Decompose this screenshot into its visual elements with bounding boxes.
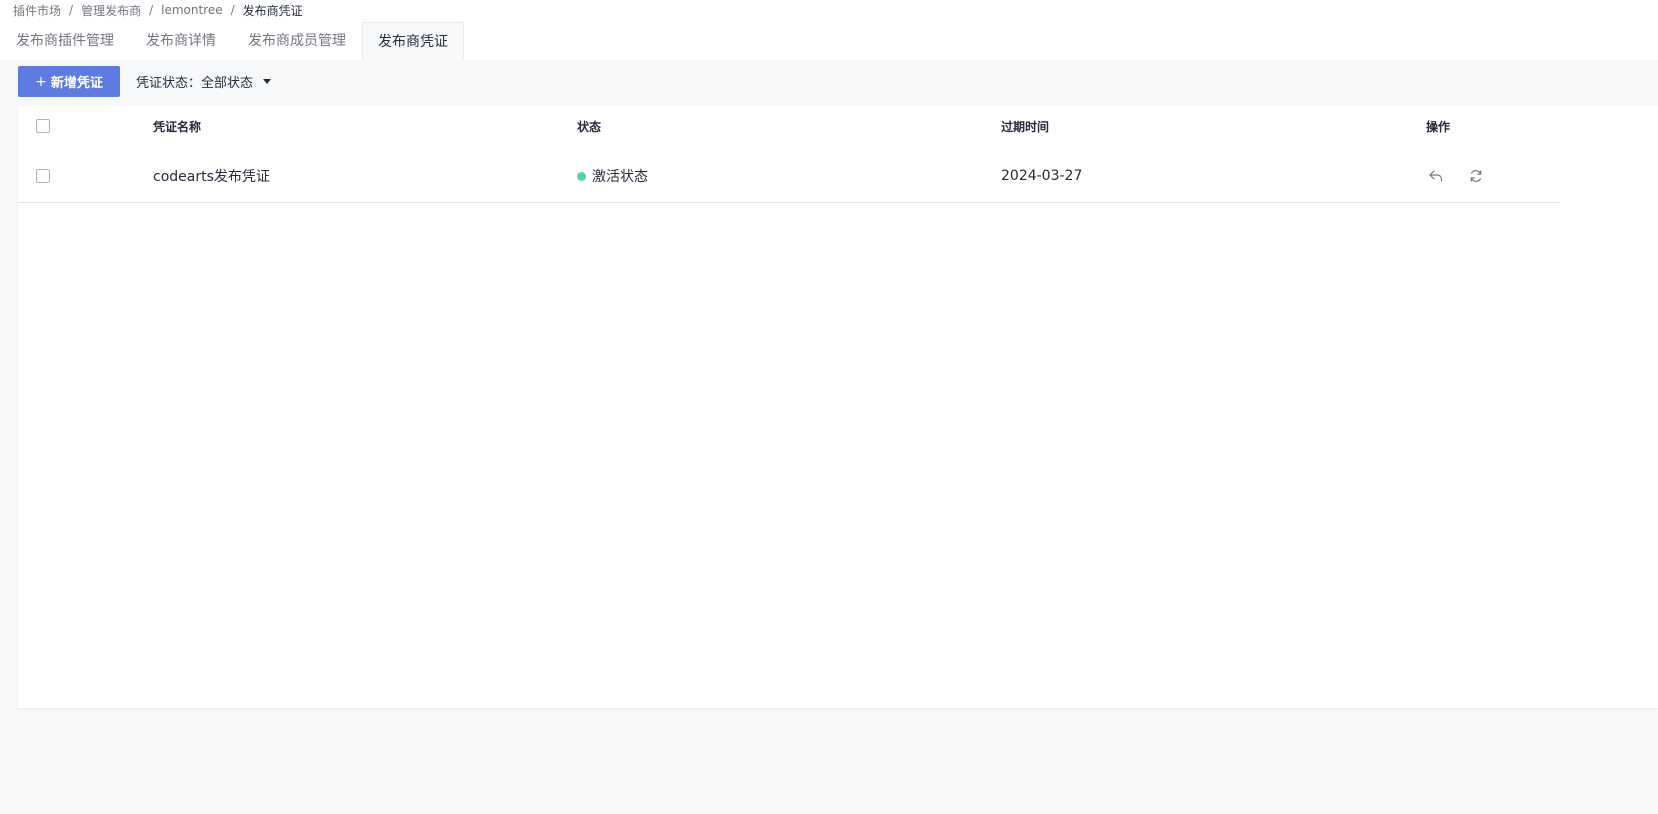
column-header-expire: 过期时间: [1001, 119, 1050, 134]
column-header-status: 状态: [577, 119, 602, 134]
breadcrumb: 插件市场 / 管理发布商 / lemontree / 发布商凭证: [13, 2, 303, 18]
caret-down-icon: [263, 79, 272, 84]
tab-plugin-management[interactable]: 发布商插件管理: [0, 22, 130, 60]
status-filter-value: 全部状态: [201, 76, 254, 91]
status-text: 激活状态: [592, 169, 648, 185]
table-header: 凭证名称 状态 过期时间 操作: [18, 106, 1560, 146]
tab-publisher-credentials[interactable]: 发布商凭证: [362, 22, 464, 60]
column-header-actions: 操作: [1426, 119, 1451, 134]
credentials-table: 凭证名称 状态 过期时间 操作 codearts发布凭证 激活状态 2024-0…: [18, 106, 1658, 708]
breadcrumb-separator: /: [230, 3, 235, 17]
row-checkbox[interactable]: [36, 169, 50, 183]
breadcrumb-item-plugin-market[interactable]: 插件市场: [13, 2, 61, 19]
breadcrumb-separator: /: [149, 3, 154, 17]
plus-icon: +: [35, 73, 47, 90]
revoke-icon[interactable]: [1426, 166, 1446, 186]
select-all-checkbox[interactable]: [36, 119, 50, 133]
tab-publisher-details[interactable]: 发布商详情: [130, 22, 232, 60]
breadcrumb-item-current: 发布商凭证: [242, 3, 303, 18]
refresh-icon[interactable]: [1466, 166, 1486, 186]
status-dot-icon: [577, 171, 586, 181]
header-check-cell: [36, 106, 50, 146]
tab-member-management[interactable]: 发布商成员管理: [232, 22, 362, 60]
table-row: codearts发布凭证 激活状态 2024-03-27: [18, 150, 1560, 203]
breadcrumb-item-publisher[interactable]: lemontree: [161, 3, 223, 17]
row-actions: [1426, 150, 1506, 202]
breadcrumb-item-manage-publishers[interactable]: 管理发布商: [81, 2, 141, 19]
status-filter-label: 凭证状态：: [136, 76, 202, 91]
toolbar: + 新增凭证 凭证状态： 全部状态: [18, 66, 272, 97]
top-header: 插件市场 / 管理发布商 / lemontree / 发布商凭证 发布商插件管理…: [0, 0, 1658, 60]
column-header-name: 凭证名称: [153, 119, 202, 134]
tab-bar: 发布商插件管理 发布商详情 发布商成员管理 发布商凭证: [0, 22, 464, 60]
status-filter-dropdown[interactable]: 凭证状态： 全部状态: [136, 72, 272, 91]
credential-expire-date: 2024-03-27: [1001, 168, 1083, 184]
credential-status: 激活状态: [577, 150, 648, 202]
row-check-cell: [36, 150, 50, 202]
add-credential-button[interactable]: + 新增凭证: [18, 66, 120, 97]
breadcrumb-separator: /: [69, 3, 74, 17]
add-credential-label: 新增凭证: [50, 76, 103, 91]
credential-name: codearts发布凭证: [153, 169, 270, 185]
